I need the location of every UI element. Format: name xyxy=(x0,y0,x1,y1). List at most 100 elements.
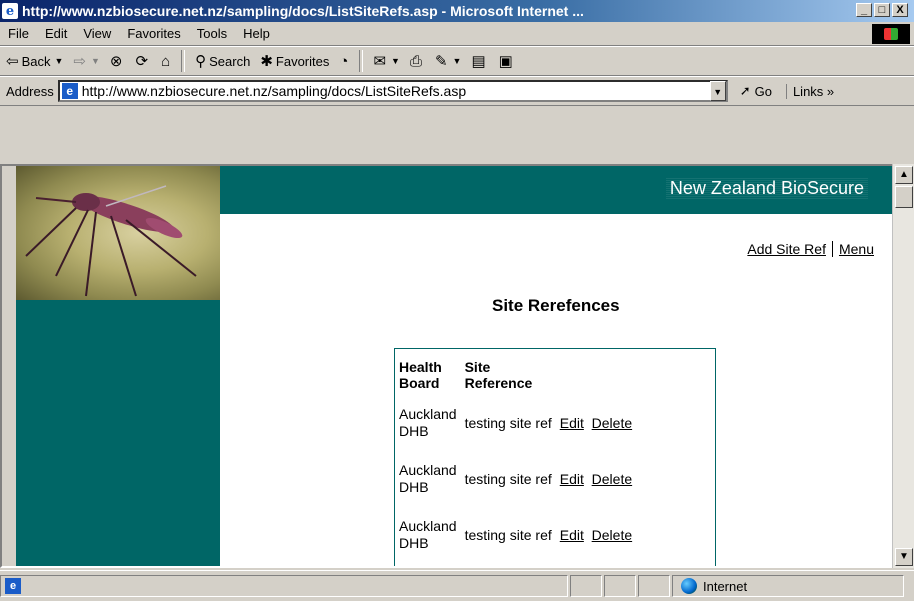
close-button[interactable]: X xyxy=(892,3,908,17)
mosquito-image xyxy=(25,185,197,297)
menu-file[interactable]: File xyxy=(8,26,29,41)
health-board-name: Auckland xyxy=(399,462,457,478)
mosquito-photo xyxy=(16,166,220,300)
health-board-cell: Auckland DHB xyxy=(399,451,465,507)
status-cell xyxy=(604,575,636,597)
page-title: Site Rerefences xyxy=(492,296,620,315)
history-icon: ◔ xyxy=(339,52,349,70)
ie-logo-icon: e xyxy=(2,3,18,19)
back-button[interactable]: ⇦ Back ▼ xyxy=(6,49,63,73)
back-label: Back xyxy=(21,53,51,69)
stop-button[interactable]: ⊗ xyxy=(110,49,126,73)
top-links: Add Site Ref Menu xyxy=(747,241,874,257)
health-board-suffix: DHB xyxy=(399,423,429,439)
home-icon: ⌂ xyxy=(161,52,171,70)
add-site-ref-link[interactable]: Add Site Ref xyxy=(747,241,826,257)
forward-dropdown-icon[interactable]: ▼ xyxy=(91,56,100,66)
mail-dropdown-icon: ▼ xyxy=(391,56,400,66)
link-divider xyxy=(831,241,833,257)
menu-favorites[interactable]: Favorites xyxy=(127,26,180,41)
history-button[interactable]: ◔ xyxy=(339,49,351,73)
refresh-button[interactable]: ⟳ xyxy=(135,49,151,73)
window-title: http://www.nzbiosecure.net.nz/sampling/d… xyxy=(22,3,584,19)
menu-help[interactable]: Help xyxy=(243,26,270,41)
edit-link[interactable]: Edit xyxy=(560,527,584,543)
edit-link[interactable]: Edit xyxy=(560,415,584,431)
refresh-icon: ⟳ xyxy=(135,53,149,70)
minimize-button[interactable]: _ xyxy=(856,3,872,17)
site-ref-cell: testing site ref xyxy=(464,527,552,543)
health-board-cell: Auckland DHB xyxy=(399,395,465,451)
address-dropdown-button[interactable]: ▼ xyxy=(709,81,726,101)
site-ref-cell: testing site ref xyxy=(464,415,552,431)
print-button[interactable]: ⎙ xyxy=(410,49,425,73)
menu-link[interactable]: Menu xyxy=(839,241,874,257)
internet-globe-icon xyxy=(681,578,697,594)
window-titlebar[interactable]: e http://www.nzbiosecure.net.nz/sampling… xyxy=(0,0,914,22)
col-site-ref-line2: Reference xyxy=(464,375,533,391)
messenger-icon: ▣ xyxy=(498,53,513,70)
col-health-board-line2: Board xyxy=(399,375,440,391)
scroll-thumb[interactable] xyxy=(895,186,913,208)
search-icon: ⚲ xyxy=(195,53,207,70)
maximize-button[interactable]: □ xyxy=(874,3,890,17)
standard-toolbar: ⇦ Back ▼ ⇨ ▼ ⊗ ⟳ ⌂ ⚲ Search ✱ Favorites … xyxy=(0,46,914,76)
go-button[interactable]: ➚ Go xyxy=(740,83,772,99)
health-board-suffix: DHB xyxy=(399,535,429,551)
menu-view[interactable]: View xyxy=(83,26,111,41)
table-header-row: Health Board Site Reference xyxy=(399,359,640,395)
forward-button[interactable]: ⇨ ▼ xyxy=(73,49,100,73)
left-sidebar xyxy=(16,166,220,566)
address-input[interactable]: e http://www.nzbiosecure.net.nz/sampling… xyxy=(57,80,728,102)
address-bar: Address e http://www.nzbiosecure.net.nz/… xyxy=(0,76,914,106)
health-board-name: Auckland xyxy=(399,518,457,534)
site-header: New Zealand BioSecure xyxy=(220,166,892,214)
back-arrow-icon: ⇦ xyxy=(6,53,19,70)
scroll-up-button[interactable]: ▲ xyxy=(895,166,913,184)
mail-icon: ✉ xyxy=(373,53,387,70)
edit-link[interactable]: Edit xyxy=(560,471,584,487)
status-text-cell: e xyxy=(0,575,568,597)
page-status-icon: e xyxy=(5,578,21,594)
address-url: http://www.nzbiosecure.net.nz/sampling/d… xyxy=(81,83,467,99)
links-label: Links xyxy=(792,83,824,99)
col-site-ref-line1: Site xyxy=(464,359,491,375)
stop-icon: ⊗ xyxy=(109,53,123,70)
home-button[interactable]: ⌂ xyxy=(161,49,173,73)
col-health-board-line1: Health xyxy=(399,359,442,375)
edit-dropdown-icon: ▼ xyxy=(452,56,462,66)
toolbar-separator xyxy=(181,50,186,72)
messenger-button[interactable]: ▣ xyxy=(499,49,516,73)
table-row: Auckland DHB testing site ref Edit Delete xyxy=(399,507,640,563)
health-board-cell: Auckland DHB xyxy=(399,507,465,563)
site-ref-table: Health Board Site Reference Auckland DHB te… xyxy=(399,359,640,563)
menu-bar: File Edit View Favorites Tools Help xyxy=(0,22,914,46)
status-cell xyxy=(638,575,670,597)
go-arrow-icon: ➚ xyxy=(739,83,751,98)
links-button[interactable]: Links » xyxy=(785,83,834,99)
delete-link[interactable]: Delete xyxy=(592,471,632,487)
menu-edit[interactable]: Edit xyxy=(45,26,67,41)
delete-link[interactable]: Delete xyxy=(592,415,632,431)
discuss-button[interactable]: ▤ xyxy=(471,49,488,73)
favorites-button[interactable]: ✱ Favorites xyxy=(260,49,329,73)
actions-cell: Edit Delete xyxy=(560,451,640,507)
mail-button[interactable]: ✉ ▼ xyxy=(373,49,400,73)
edit-page-icon: ✎ xyxy=(434,53,448,70)
table-row: Auckland DHB testing site ref Edit Delete xyxy=(399,451,640,507)
zone-label: Internet xyxy=(703,578,748,594)
status-cell xyxy=(570,575,602,597)
edit-page-button[interactable]: ✎ ▼ xyxy=(435,49,462,73)
scroll-down-button[interactable]: ▼ xyxy=(895,548,913,566)
search-button[interactable]: ⚲ Search xyxy=(195,49,250,73)
delete-link[interactable]: Delete xyxy=(592,527,632,543)
favorites-icon: ✱ xyxy=(260,53,273,70)
forward-arrow-icon: ⇨ xyxy=(73,53,86,70)
back-dropdown-icon[interactable]: ▼ xyxy=(54,56,63,66)
table-row: Auckland DHB testing site ref Edit Delete xyxy=(399,395,640,451)
menu-tools[interactable]: Tools xyxy=(197,26,227,41)
search-label: Search xyxy=(209,53,251,69)
site-brand: New Zealand BioSecure xyxy=(665,178,868,199)
vertical-scrollbar[interactable]: ▲ ▼ xyxy=(892,164,914,568)
print-icon: ⎙ xyxy=(409,52,422,70)
